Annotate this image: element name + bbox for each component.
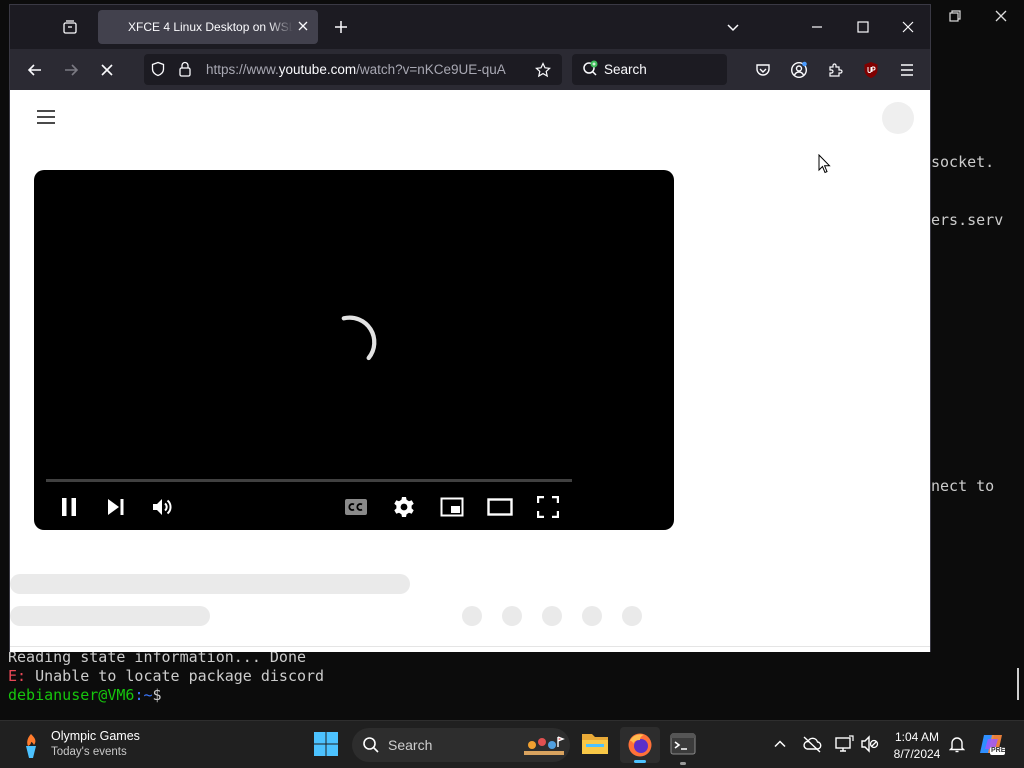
fullscreen-icon[interactable] <box>533 492 563 522</box>
terminal-window-controls <box>932 0 1024 32</box>
close-icon[interactable] <box>886 5 930 49</box>
chevron-up-icon[interactable] <box>769 733 791 755</box>
taskbar: Olympic Games Today's events Search 1:04… <box>0 720 1024 768</box>
taskbar-search-placeholder: Search <box>388 737 433 753</box>
close-icon[interactable] <box>978 0 1024 32</box>
avatar[interactable] <box>882 102 914 134</box>
back-icon[interactable] <box>20 55 50 85</box>
theater-icon[interactable] <box>485 492 515 522</box>
terminal-prompt[interactable]: debianuser@VM6:~$ <box>8 686 162 705</box>
network-icon[interactable] <box>833 733 855 755</box>
maximize-icon[interactable] <box>840 5 886 49</box>
clock-time: 1:04 AM <box>894 730 940 744</box>
channel-placeholder <box>10 606 210 626</box>
tab-bar: XFCE 4 Linux Desktop on WSL (… <box>10 5 930 49</box>
widgets-button[interactable]: Olympic Games Today's events <box>10 727 160 763</box>
minimize-icon[interactable] <box>794 5 840 49</box>
olympic-games-icon <box>522 733 566 757</box>
error-prefix: E: <box>8 667 27 685</box>
lock-icon[interactable] <box>178 61 192 77</box>
terminal-scrollbar[interactable] <box>1017 668 1019 700</box>
copilot-icon[interactable]: PRE <box>978 731 1008 759</box>
hamburger-menu-icon[interactable] <box>34 107 58 127</box>
search-icon <box>582 60 600 78</box>
action-placeholder <box>622 606 642 626</box>
close-tab-icon[interactable] <box>296 19 310 33</box>
firefox-taskbar-button[interactable] <box>620 727 660 763</box>
clock[interactable]: 1:04 AM 8/7/2024 <box>886 729 948 761</box>
miniplayer-icon[interactable] <box>437 492 467 522</box>
prompt-symbol: $ <box>152 686 162 704</box>
file-explorer-icon[interactable] <box>580 729 612 761</box>
action-placeholder <box>582 606 602 626</box>
terminal-text: socket. <box>931 153 995 171</box>
taskbar-search[interactable]: Search <box>352 728 570 762</box>
search-bar[interactable]: Search <box>572 54 727 85</box>
terminal-icon[interactable] <box>668 729 700 765</box>
divider <box>10 646 930 647</box>
account-icon[interactable] <box>786 58 812 82</box>
next-icon[interactable] <box>101 492 131 522</box>
active-app-indicator <box>634 760 646 763</box>
firefox-icon <box>627 732 653 758</box>
widget-subtitle: Today's events <box>51 746 127 758</box>
prompt-user: debianuser@VM6 <box>8 686 135 704</box>
terminal-text: ers.serv <box>931 211 1004 229</box>
tab-active[interactable]: XFCE 4 Linux Desktop on WSL (… <box>98 10 318 44</box>
volume-muted-icon[interactable] <box>859 733 881 755</box>
onedrive-offline-icon[interactable] <box>801 733 823 755</box>
title-placeholder <box>10 574 410 594</box>
running-app-indicator <box>680 762 686 765</box>
notification-bell-icon[interactable] <box>946 733 968 755</box>
ublock-origin-icon[interactable] <box>858 58 884 82</box>
tab-list-icon[interactable] <box>54 13 86 41</box>
shield-icon[interactable] <box>150 61 166 77</box>
action-placeholder <box>462 606 482 626</box>
mouse-cursor-icon <box>818 154 832 174</box>
new-tab-icon[interactable] <box>328 13 354 41</box>
loading-spinner-icon <box>334 310 390 366</box>
restore-icon[interactable] <box>932 0 978 32</box>
bookmark-star-icon[interactable] <box>530 58 556 82</box>
settings-icon[interactable] <box>389 492 419 522</box>
video-player[interactable] <box>34 170 674 530</box>
pause-icon[interactable] <box>54 492 84 522</box>
stop-loading-icon[interactable] <box>92 55 122 85</box>
volume-icon[interactable] <box>148 492 178 522</box>
pocket-icon[interactable] <box>750 58 776 82</box>
action-placeholder <box>542 606 562 626</box>
url-host: youtube.com <box>278 62 357 77</box>
action-placeholder <box>502 606 522 626</box>
navigation-toolbar: https://www.youtube.com/watch?v=nKCe9UE-… <box>10 49 930 90</box>
firefox-window: XFCE 4 Linux Desktop on WSL (… <box>9 4 931 652</box>
forward-icon <box>56 55 86 85</box>
torch-icon <box>20 733 42 759</box>
url-prefix: https://www. <box>206 62 279 77</box>
windows-start-icon[interactable] <box>313 731 341 759</box>
terminal-error-line: E: Unable to locate package discord <box>8 667 324 686</box>
url-text: https://www.youtube.com/watch?v=nKCe9UE-… <box>206 62 506 77</box>
youtube-page <box>10 90 930 652</box>
prompt-path: :~ <box>134 686 153 704</box>
progress-bar[interactable] <box>46 479 572 482</box>
search-icon <box>362 736 380 754</box>
widget-title: Olympic Games <box>51 729 140 743</box>
menu-icon[interactable] <box>894 58 920 82</box>
extensions-icon[interactable] <box>822 58 848 82</box>
tab-title: XFCE 4 Linux Desktop on WSL (… <box>128 20 293 34</box>
chevron-down-icon[interactable] <box>720 13 746 41</box>
pre-badge-icon: PRE <box>991 747 1006 754</box>
search-placeholder: Search <box>604 62 647 77</box>
url-path: /watch?v=nKCe9UE-quA <box>356 62 506 77</box>
error-message: Unable to locate package discord <box>26 667 325 685</box>
terminal-text: nect to <box>931 477 995 495</box>
clock-date: 8/7/2024 <box>893 747 941 761</box>
url-bar[interactable]: https://www.youtube.com/watch?v=nKCe9UE-… <box>144 54 562 85</box>
captions-icon[interactable] <box>341 492 371 522</box>
